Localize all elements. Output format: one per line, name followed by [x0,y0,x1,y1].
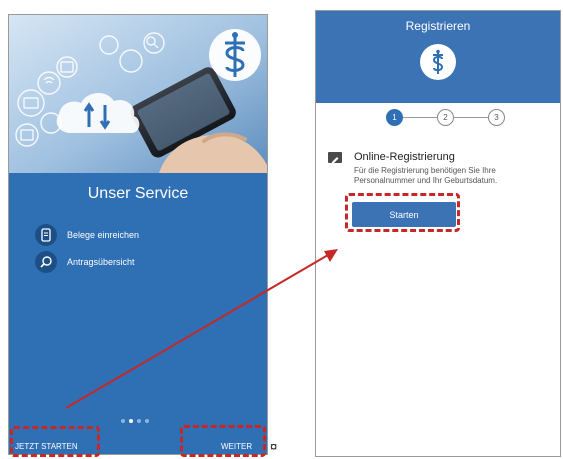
annotation-arrow-layer [65,249,338,409]
annotation-arrow-line [65,254,329,409]
tutorial-composite: Unser Service Belege einreichen Antragsü… [0,0,563,459]
stray-glyph: ¤ [270,439,278,454]
